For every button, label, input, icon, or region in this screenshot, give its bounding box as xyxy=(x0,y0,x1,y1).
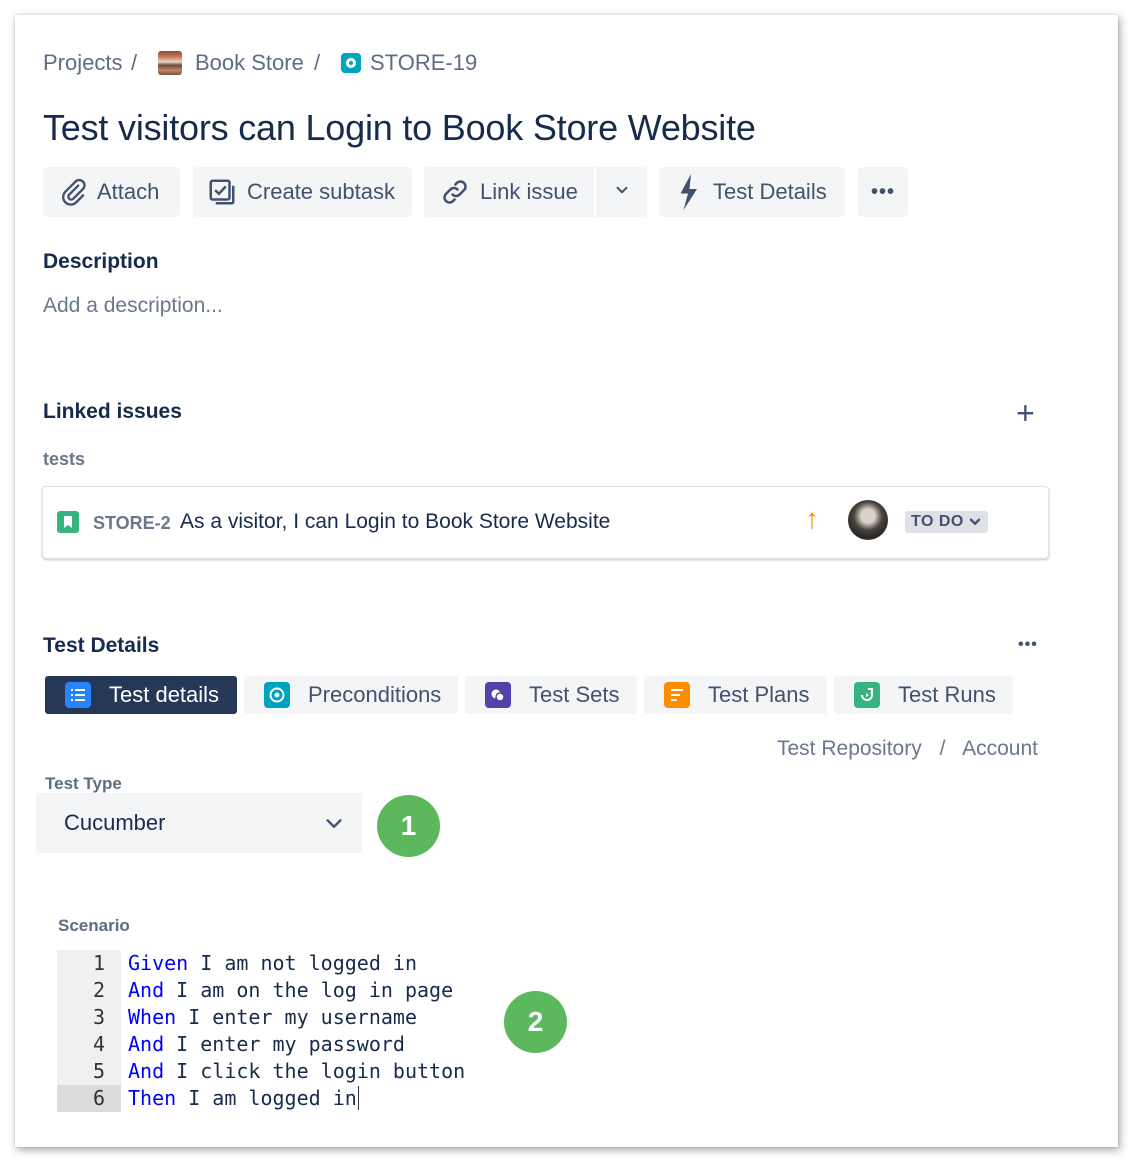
text-cursor xyxy=(357,1086,359,1110)
attach-button[interactable]: Attach xyxy=(43,167,180,217)
link-issue-button[interactable]: Link issue xyxy=(424,167,594,217)
chevron-down-icon xyxy=(969,518,981,525)
status-dropdown[interactable]: TO DO xyxy=(905,511,988,533)
tab-test-plans[interactable]: Test Plans xyxy=(644,676,827,714)
tab-label: Test Plans xyxy=(708,682,810,707)
priority-high-icon: ↑ xyxy=(805,503,819,534)
step-text: I enter my password xyxy=(164,1032,405,1056)
scenario-label: Scenario xyxy=(58,916,130,935)
test-details-heading: Test Details xyxy=(43,634,160,657)
paperclip-icon xyxy=(59,178,87,206)
test-details-label: Test Details xyxy=(713,179,827,204)
linked-issue-key[interactable]: STORE-2 xyxy=(93,513,171,534)
description-field[interactable]: Add a description... xyxy=(43,294,223,318)
link-icon xyxy=(440,177,470,207)
linked-issue-summary[interactable]: As a visitor, I can Login to Book Store … xyxy=(180,510,610,534)
breadcrumb-projects[interactable]: Projects xyxy=(43,50,122,76)
tab-label: Test Sets xyxy=(529,682,620,707)
tab-test-runs[interactable]: Test Runs xyxy=(834,676,1013,714)
tab-label: Test details xyxy=(109,682,220,707)
more-icon: ••• xyxy=(870,180,895,203)
code-line: Given I am not logged in xyxy=(128,950,508,977)
repository-path: Test Repository / Account xyxy=(777,737,1038,761)
add-linked-issue-button[interactable]: + xyxy=(1016,395,1035,432)
callout-badge-2: 2 xyxy=(504,991,567,1053)
breadcrumb-separator: / xyxy=(314,50,321,75)
list-icon xyxy=(65,682,91,708)
tab-label: Test Runs xyxy=(898,682,996,707)
issue-title[interactable]: Test visitors can Login to Book Store We… xyxy=(43,107,756,149)
step-text: I am on the log in page xyxy=(164,978,454,1002)
linked-issue-row[interactable]: STORE-2 As a visitor, I can Login to Boo… xyxy=(42,486,1049,559)
gherkin-keyword: Given xyxy=(128,951,189,975)
assignee-avatar[interactable] xyxy=(848,500,888,540)
test-type-label: Test Type xyxy=(45,774,122,793)
repo-root-link[interactable]: Test Repository xyxy=(777,737,922,760)
step-text: I enter my username xyxy=(176,1005,417,1029)
test-details-more-icon[interactable]: ••• xyxy=(1018,636,1038,654)
link-relation-label: tests xyxy=(43,449,86,469)
line-number: 2 xyxy=(92,978,105,1002)
line-number: 5 xyxy=(92,1059,105,1083)
repo-folder-link[interactable]: Account xyxy=(962,737,1038,760)
step-text: I am logged in xyxy=(176,1086,357,1110)
gherkin-keyword: And xyxy=(128,978,165,1002)
line-number-gutter: 1 2 3 4 5 6 xyxy=(57,950,121,1112)
tab-test-sets[interactable]: Test Sets xyxy=(465,676,637,714)
scenario-editor[interactable]: Given I am not logged in And I am on the… xyxy=(128,950,508,1112)
line-number: 1 xyxy=(92,951,105,975)
line-number: 4 xyxy=(92,1032,105,1056)
code-line: Then I am logged in xyxy=(128,1085,508,1112)
precondition-icon xyxy=(264,682,290,708)
step-text: I am not logged in xyxy=(188,951,417,975)
gherkin-keyword: Then xyxy=(128,1086,177,1110)
gherkin-keyword: And xyxy=(128,1059,165,1083)
repo-path-separator: / xyxy=(939,737,946,760)
line-number: 6 xyxy=(57,1085,121,1112)
more-actions-button[interactable]: ••• xyxy=(858,167,908,217)
test-type-select[interactable]: Cucumber xyxy=(36,793,362,853)
callout-badge-1: 1 xyxy=(377,795,440,857)
chevron-down-icon xyxy=(613,179,631,205)
story-icon xyxy=(57,511,79,538)
test-set-icon xyxy=(485,682,511,708)
tab-label: Preconditions xyxy=(308,682,442,707)
lightning-icon xyxy=(677,174,699,210)
test-run-icon xyxy=(854,682,880,708)
code-line: And I click the login button xyxy=(128,1058,508,1085)
code-line: When I enter my username xyxy=(128,1004,508,1031)
code-line: And I enter my password xyxy=(128,1031,508,1058)
breadcrumb-separator: / xyxy=(131,50,138,75)
step-text: I click the login button xyxy=(164,1059,466,1083)
linked-issues-heading: Linked issues xyxy=(43,400,182,423)
link-issue-dropdown-button[interactable] xyxy=(596,167,647,217)
create-subtask-label: Create subtask xyxy=(247,179,395,204)
subtask-icon xyxy=(207,177,237,207)
status-label: TO DO xyxy=(911,513,964,530)
line-number: 3 xyxy=(92,1005,105,1029)
test-details-button[interactable]: Test Details xyxy=(659,167,845,217)
breadcrumb-project[interactable]: Book Store xyxy=(195,50,304,76)
description-heading: Description xyxy=(43,250,159,273)
create-subtask-button[interactable]: Create subtask xyxy=(193,167,412,217)
chevron-down-icon xyxy=(323,813,345,841)
project-avatar-icon xyxy=(158,51,182,75)
breadcrumb-issue-key[interactable]: STORE-19 xyxy=(370,50,477,76)
gherkin-keyword: When xyxy=(128,1005,177,1029)
tab-test-details[interactable]: Test details xyxy=(45,676,237,714)
link-issue-label: Link issue xyxy=(480,179,578,204)
test-type-value: Cucumber xyxy=(64,810,166,835)
gherkin-keyword: And xyxy=(128,1032,165,1056)
code-line: And I am on the log in page xyxy=(128,977,508,1004)
tab-preconditions[interactable]: Preconditions xyxy=(244,676,458,714)
attach-label: Attach xyxy=(97,179,160,204)
test-issue-type-icon xyxy=(341,53,361,73)
test-plan-icon xyxy=(664,682,690,708)
